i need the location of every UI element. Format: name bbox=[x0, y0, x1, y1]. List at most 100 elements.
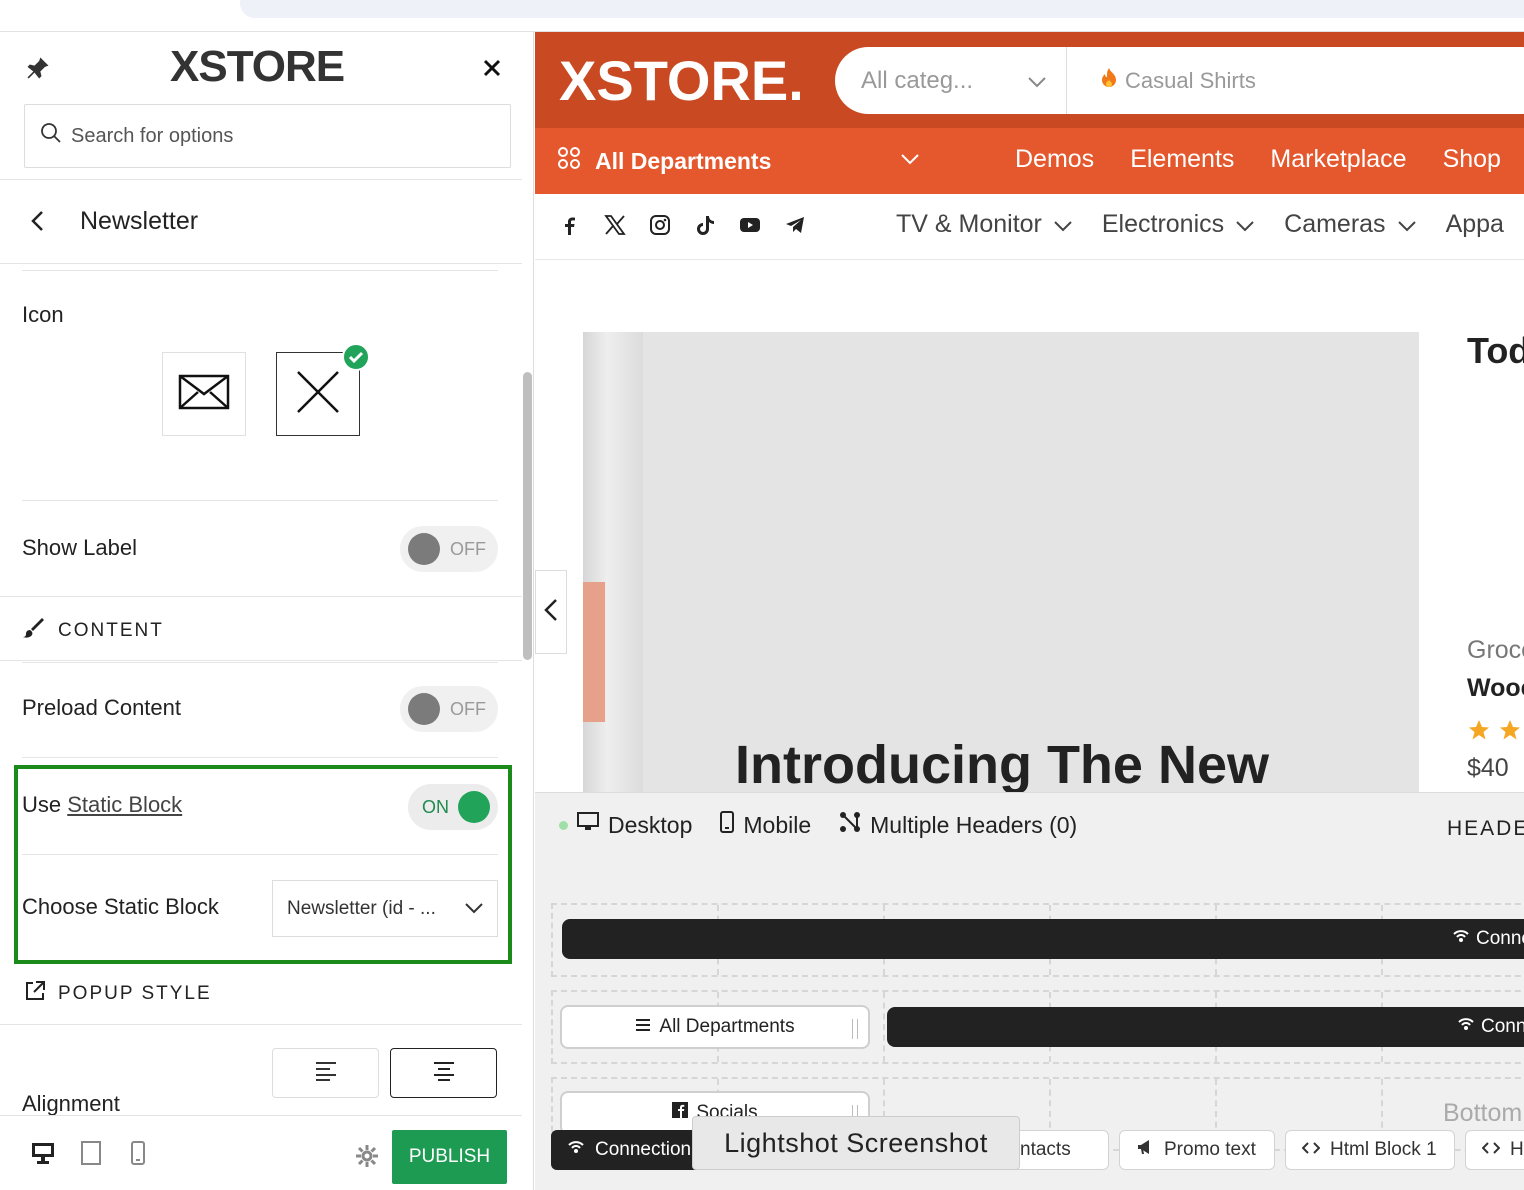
code-icon bbox=[1301, 1139, 1321, 1161]
select-value: Newsletter (id - ... bbox=[287, 897, 436, 919]
use-static-block-toggle[interactable]: ON bbox=[408, 784, 498, 830]
divider bbox=[22, 757, 498, 758]
address-bar[interactable] bbox=[240, 0, 1524, 18]
gear-icon[interactable] bbox=[355, 1144, 379, 1173]
divider bbox=[22, 662, 498, 663]
nav-demos[interactable]: Demos bbox=[1015, 145, 1094, 174]
show-label-toggle[interactable]: OFF bbox=[400, 526, 498, 572]
chevron-down-icon bbox=[1054, 210, 1072, 239]
grid-icon bbox=[557, 146, 581, 176]
nav-shop[interactable]: Shop bbox=[1443, 145, 1501, 174]
connection-icon bbox=[1457, 1015, 1475, 1039]
envelope-icon bbox=[178, 374, 230, 415]
brand-logo: XSTORE bbox=[170, 42, 345, 91]
tab-label: Desktop bbox=[608, 811, 693, 838]
facebook-icon[interactable] bbox=[559, 214, 581, 241]
site-social-bar: TV & Monitor Electronics Cameras Appa bbox=[535, 194, 1524, 260]
code-icon bbox=[1481, 1139, 1501, 1161]
align-center-button[interactable] bbox=[390, 1048, 497, 1098]
hero-image-edge bbox=[583, 332, 643, 802]
telegram-icon[interactable] bbox=[784, 214, 806, 241]
popup-style-section-header[interactable]: POPUP STYLE bbox=[24, 980, 212, 1008]
product-name[interactable]: Wooc bbox=[1467, 674, 1524, 703]
category-apparel[interactable]: Appa bbox=[1446, 210, 1504, 239]
panel-footer: PUBLISH bbox=[0, 1115, 522, 1190]
preload-content-toggle[interactable]: OFF bbox=[400, 686, 498, 732]
nav-elements[interactable]: Elements bbox=[1130, 145, 1234, 174]
chevron-down-icon[interactable] bbox=[901, 152, 919, 170]
divider bbox=[0, 660, 522, 661]
icon-option-envelope[interactable] bbox=[162, 352, 246, 436]
category-nav: TV & Monitor Electronics Cameras Appa bbox=[896, 210, 1504, 239]
connection-element[interactable]: Conne bbox=[887, 1007, 1524, 1047]
youtube-icon[interactable] bbox=[739, 214, 761, 241]
search-suggestion[interactable]: Casual Shirts bbox=[1067, 67, 1256, 95]
category-electronics[interactable]: Electronics bbox=[1102, 210, 1254, 239]
element-tab-promo-text[interactable]: Promo text bbox=[1119, 1130, 1275, 1170]
tab-desktop[interactable]: Desktop bbox=[559, 811, 692, 839]
content-section-title: CONTENT bbox=[58, 620, 164, 641]
category-label: Cameras bbox=[1284, 210, 1386, 238]
element-tab-html-block-1[interactable]: Html Block 1 bbox=[1285, 1130, 1455, 1170]
all-departments-menu[interactable]: All Departments bbox=[557, 146, 771, 176]
popup-style-title: POPUP STYLE bbox=[58, 983, 212, 1004]
site-logo[interactable]: XSTORE. bbox=[559, 48, 804, 113]
search-placeholder: Search for options bbox=[71, 124, 234, 147]
mobile-icon[interactable] bbox=[130, 1140, 146, 1171]
connection-element[interactable]: Conne bbox=[562, 919, 1524, 959]
chevron-down-icon bbox=[1236, 210, 1254, 239]
icon-label: Icon bbox=[22, 302, 64, 327]
content-section-header[interactable]: CONTENT bbox=[22, 616, 164, 646]
mobile-icon bbox=[720, 811, 735, 839]
megaphone-icon bbox=[1136, 1138, 1154, 1162]
choose-static-block-label: Choose Static Block bbox=[22, 894, 219, 919]
drag-handle[interactable] bbox=[852, 1019, 858, 1039]
category-tv-monitor[interactable]: TV & Monitor bbox=[896, 210, 1072, 239]
toggle-knob bbox=[408, 533, 440, 565]
align-left-button[interactable] bbox=[272, 1048, 379, 1098]
search-options-input[interactable]: Search for options bbox=[24, 104, 511, 168]
customizer-panel: XSTORE Search for options Newsletter Ico… bbox=[0, 32, 534, 1190]
connection-icon bbox=[567, 1138, 585, 1162]
divider bbox=[0, 596, 522, 597]
tiktok-icon[interactable] bbox=[694, 214, 716, 241]
desktop-icon[interactable] bbox=[30, 1140, 56, 1171]
pin-icon[interactable] bbox=[24, 54, 52, 87]
static-block-select[interactable]: Newsletter (id - ... bbox=[272, 880, 498, 937]
hero-banner[interactable]: Introducing The New bbox=[583, 332, 1419, 802]
tablet-icon[interactable] bbox=[80, 1140, 102, 1171]
builder-tabs: Desktop Mobile Multiple Headers (0) bbox=[559, 811, 1077, 839]
site-nav-bar: All Departments Demos Elements Marketpla… bbox=[535, 128, 1524, 194]
static-block-link[interactable]: Static Block bbox=[67, 792, 182, 817]
site-top-bar: XSTORE. All categ... Casual Shirts bbox=[535, 32, 1524, 128]
element-tab-html-block-2[interactable]: Htn bbox=[1465, 1130, 1524, 1170]
instagram-icon[interactable] bbox=[649, 214, 671, 241]
departments-label: All Departments bbox=[595, 147, 772, 174]
alignment-label: Alignment bbox=[22, 1091, 120, 1116]
site-search[interactable]: All categ... Casual Shirts bbox=[835, 47, 1524, 114]
check-badge-icon bbox=[342, 343, 370, 376]
collapse-panel-button[interactable] bbox=[535, 570, 567, 654]
x-twitter-icon[interactable] bbox=[604, 214, 626, 241]
category-cameras[interactable]: Cameras bbox=[1284, 210, 1416, 239]
hero-headline: Introducing The New bbox=[735, 735, 1269, 795]
category-select[interactable]: All categ... bbox=[835, 47, 1067, 114]
hero-image-accent bbox=[583, 582, 605, 722]
back-arrow-icon[interactable] bbox=[28, 208, 48, 239]
close-icon[interactable] bbox=[480, 56, 504, 85]
category-value: All categ... bbox=[861, 66, 974, 94]
align-center-icon bbox=[433, 1061, 455, 1086]
divider bbox=[22, 500, 498, 501]
element-tab-connection[interactable]: Connection bbox=[551, 1130, 701, 1170]
product-price: $40 bbox=[1467, 754, 1509, 782]
tab-mobile[interactable]: Mobile bbox=[720, 811, 811, 839]
element-label: All Departments bbox=[659, 1016, 795, 1037]
nav-marketplace[interactable]: Marketplace bbox=[1270, 145, 1406, 174]
tab-multiple-headers[interactable]: Multiple Headers (0) bbox=[839, 811, 1077, 839]
publish-button[interactable]: PUBLISH bbox=[392, 1130, 507, 1184]
divider bbox=[22, 854, 498, 855]
active-dot bbox=[559, 820, 568, 830]
scrollbar[interactable] bbox=[523, 372, 532, 660]
browser-toolbar bbox=[0, 0, 1524, 32]
all-departments-element[interactable]: All Departments bbox=[560, 1005, 870, 1049]
